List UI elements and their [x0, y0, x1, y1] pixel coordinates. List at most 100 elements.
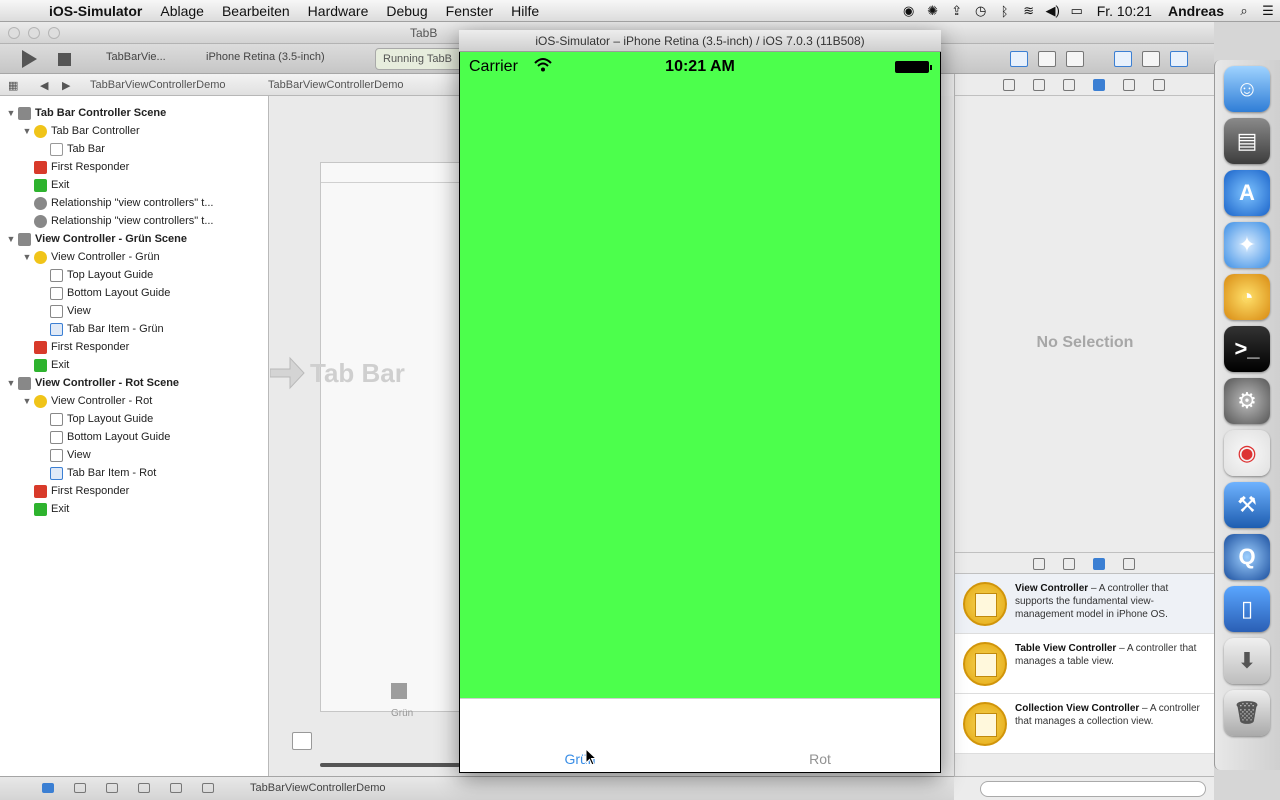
menu-app[interactable]: iOS-Simulator [40, 3, 151, 19]
menu-ablage[interactable]: Ablage [151, 3, 213, 19]
spotlight-icon[interactable]: ⌕ [1232, 3, 1256, 19]
utilities-toggle-icon[interactable] [1170, 51, 1188, 67]
navigator-toggle-icon[interactable] [1114, 51, 1132, 67]
tab-gruen[interactable]: Grün [520, 751, 640, 767]
standard-editor-icon[interactable] [1010, 51, 1028, 67]
outline-row[interactable]: Exit [0, 500, 269, 518]
outline-row[interactable]: Relationship "view controllers" t... [0, 194, 269, 212]
tab-rot[interactable]: Rot [760, 751, 880, 767]
minimize-window-button[interactable] [28, 27, 40, 39]
outline-row[interactable]: Top Layout Guide [0, 410, 269, 428]
library-item[interactable]: Collection View Controller – A controlle… [955, 694, 1215, 754]
identity-inspector-icon[interactable] [1063, 79, 1075, 91]
menu-user[interactable]: Andreas [1160, 3, 1232, 19]
network-utility-icon[interactable]: ▤ [1224, 118, 1270, 164]
outline-row[interactable]: Tab Bar Item - Grün [0, 320, 269, 338]
outline-row[interactable]: View [0, 302, 269, 320]
file-inspector-icon[interactable] [1003, 79, 1015, 91]
outline-row[interactable]: Bottom Layout Guide [0, 284, 269, 302]
debug-area-toggle-icon[interactable] [1142, 51, 1160, 67]
trash-icon[interactable]: 🗑 [1224, 690, 1270, 736]
outline-row[interactable]: Top Layout Guide [0, 266, 269, 284]
dashboard-icon[interactable]: ◔ [1224, 274, 1270, 320]
chrome-icon[interactable]: ◉ [1224, 430, 1270, 476]
jumpbar-group[interactable]: TabBarViewControllerDemo [268, 79, 404, 91]
outline-row[interactable]: Tab Bar [0, 140, 269, 158]
outline-row[interactable]: ▼ View Controller - Rot [0, 392, 269, 410]
connections-inspector-icon[interactable] [1153, 79, 1165, 91]
green-view[interactable]: Carrier 10:21 AM Grün Rot [460, 52, 940, 772]
menu-hardware[interactable]: Hardware [299, 3, 378, 19]
file-template-library-icon[interactable] [1033, 558, 1045, 570]
close-window-button[interactable] [8, 27, 20, 39]
upload-icon[interactable]: ⇪ [945, 3, 969, 19]
version-editor-icon[interactable] [1066, 51, 1084, 67]
menu-clock[interactable]: Fr. 10:21 [1089, 3, 1160, 19]
zoom-window-button[interactable] [48, 27, 60, 39]
library-item[interactable]: Table View Controller – A controller tha… [955, 634, 1215, 694]
jumpbar-project[interactable]: TabBarViewControllerDemo [90, 79, 226, 91]
notification-center-icon[interactable]: ☰ [1256, 3, 1280, 19]
toggle-debug-area-icon[interactable] [42, 783, 54, 793]
menu-debug[interactable]: Debug [377, 3, 436, 19]
system-preferences-icon[interactable]: ⚙ [1224, 378, 1270, 424]
menu-fenster[interactable]: Fenster [437, 3, 502, 19]
menu-hilfe[interactable]: Hilfe [502, 3, 548, 19]
outline-row[interactable]: Exit [0, 356, 269, 374]
library-item[interactable]: View Controller – A controller that supp… [955, 574, 1215, 634]
outline-row[interactable]: Bottom Layout Guide [0, 428, 269, 446]
outline-row[interactable]: View [0, 446, 269, 464]
assistant-editor-icon[interactable] [1038, 51, 1056, 67]
outline-row[interactable]: Tab Bar Item - Rot [0, 464, 269, 482]
outline-row[interactable]: First Responder [0, 158, 269, 176]
quick-help-icon[interactable] [1033, 79, 1045, 91]
debug-target-label[interactable]: TabBarViewControllerDemo [250, 782, 386, 794]
app-store-icon[interactable]: A [1224, 170, 1270, 216]
step-out-icon[interactable] [170, 783, 182, 793]
outline-row[interactable]: ▼ View Controller - Grün [0, 248, 269, 266]
outline-row[interactable]: First Responder [0, 482, 269, 500]
canvas-scrollbar[interactable] [320, 763, 460, 767]
xcode-icon[interactable]: ⚒ [1224, 482, 1270, 528]
document-outline-toggle-button[interactable] [292, 732, 312, 750]
location-icon[interactable] [202, 783, 214, 793]
safari-icon[interactable]: ✦ [1224, 222, 1270, 268]
outline-row[interactable]: Relationship "view controllers" t... [0, 212, 269, 230]
bluetooth-icon[interactable]: ᛒ [993, 4, 1017, 19]
pause-icon[interactable] [74, 783, 86, 793]
step-into-icon[interactable] [138, 783, 150, 793]
gear-status-icon[interactable]: ✺ [921, 3, 945, 19]
back-arrow-icon[interactable]: ◀ [40, 79, 48, 92]
ios-simulator-icon[interactable]: ▯ [1224, 586, 1270, 632]
scheme-selector[interactable]: TabBarVie... [106, 51, 166, 63]
downloads-icon[interactable]: ⬇ [1224, 638, 1270, 684]
device-selector[interactable]: iPhone Retina (3.5-inch) [206, 51, 325, 63]
library-filter-field[interactable] [980, 781, 1206, 797]
menu-bearbeiten[interactable]: Bearbeiten [213, 3, 299, 19]
disclosure-triangle-icon[interactable]: ▼ [22, 396, 32, 406]
outline-row[interactable]: ▼ View Controller - Rot Scene [0, 374, 269, 392]
outline-row[interactable]: Exit [0, 176, 269, 194]
outline-row[interactable]: ▼ Tab Bar Controller [0, 122, 269, 140]
volume-icon[interactable]: ◀) [1041, 3, 1065, 19]
disclosure-triangle-icon[interactable]: ▼ [22, 126, 32, 136]
disclosure-triangle-icon[interactable]: ▼ [6, 378, 16, 388]
attributes-inspector-icon[interactable] [1093, 79, 1105, 91]
battery-icon[interactable]: ▭ [1065, 3, 1089, 19]
disclosure-triangle-icon[interactable]: ▼ [6, 108, 16, 118]
quicktime-icon[interactable]: Q [1224, 534, 1270, 580]
stop-button[interactable] [58, 53, 71, 66]
size-inspector-icon[interactable] [1123, 79, 1135, 91]
terminal-icon[interactable]: >_ [1224, 326, 1270, 372]
outline-row[interactable]: First Responder [0, 338, 269, 356]
media-library-icon[interactable] [1123, 558, 1135, 570]
finder-icon[interactable]: ☺ [1224, 66, 1270, 112]
wifi-icon[interactable]: ≋ [1017, 3, 1041, 19]
step-over-icon[interactable] [106, 783, 118, 793]
disclosure-triangle-icon[interactable]: ▼ [22, 252, 32, 262]
related-items-icon[interactable]: ▦ [8, 79, 18, 92]
code-snippet-library-icon[interactable] [1063, 558, 1075, 570]
tab-bar-controller-scene[interactable]: Grün [320, 162, 460, 719]
object-library-icon[interactable] [1093, 558, 1105, 570]
outline-row[interactable]: ▼ View Controller - Grün Scene [0, 230, 269, 248]
